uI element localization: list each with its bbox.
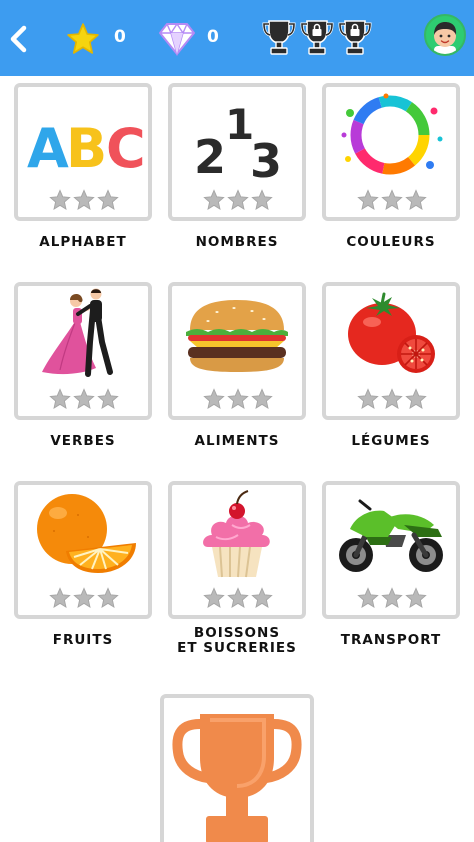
boy-face-icon xyxy=(434,22,457,54)
star-rating xyxy=(203,189,273,211)
category-label-line2: ET SUCRERIES xyxy=(177,640,297,656)
avatar[interactable] xyxy=(424,14,466,56)
abc-letters-icon: A B C xyxy=(27,117,146,180)
gem-count: 0 xyxy=(207,27,219,47)
empty-star-icon xyxy=(405,189,427,210)
empty-star-icon xyxy=(251,587,273,608)
category-tile-couleurs[interactable] xyxy=(322,83,460,221)
category-tile-aliments[interactable] xyxy=(168,282,306,420)
numbers-123-icon: 2 1 3 xyxy=(194,100,282,183)
category-label: NOMBRES xyxy=(195,234,279,250)
empty-star-icon xyxy=(73,587,95,608)
star-rating xyxy=(49,388,119,410)
empty-star-icon xyxy=(97,189,119,210)
category-tile-verbes[interactable] xyxy=(14,282,152,420)
category-label: TRANSPORT xyxy=(340,632,442,648)
empty-star-icon xyxy=(73,189,95,210)
empty-star-icon xyxy=(381,587,403,608)
empty-star-icon xyxy=(251,388,273,409)
star-rating xyxy=(49,189,119,211)
tomato-icon xyxy=(348,292,435,373)
category-label: COULEURS xyxy=(346,234,436,250)
empty-star-icon xyxy=(203,388,225,409)
category-tile-transport[interactable] xyxy=(322,481,460,619)
star-count: 0 xyxy=(114,27,126,47)
star-rating xyxy=(49,587,119,609)
star-icon xyxy=(67,23,99,54)
empty-star-icon xyxy=(357,388,379,409)
dancers-icon xyxy=(42,288,113,377)
locked-trophy-icon[interactable] xyxy=(338,17,372,57)
category-label: LÉGUMES xyxy=(351,433,431,449)
empty-star-icon xyxy=(405,587,427,608)
empty-star-icon xyxy=(203,189,225,210)
star-rating xyxy=(203,587,273,609)
category-tile-legumes[interactable] xyxy=(322,282,460,420)
category-tile-boissons-sucreries[interactable] xyxy=(168,481,306,619)
empty-star-icon xyxy=(381,189,403,210)
cupcake-icon xyxy=(203,490,270,578)
empty-star-icon xyxy=(49,388,71,409)
category-label: VERBES xyxy=(50,433,116,449)
empty-star-icon xyxy=(49,189,71,210)
svg-text:C: C xyxy=(106,117,146,180)
color-splash-icon xyxy=(341,93,443,175)
empty-star-icon xyxy=(227,388,249,409)
empty-star-icon xyxy=(227,587,249,608)
category-label: ALIMENTS xyxy=(194,433,280,449)
empty-star-icon xyxy=(203,587,225,608)
burger-icon xyxy=(186,300,288,372)
category-label: FRUITS xyxy=(52,632,114,648)
empty-star-icon xyxy=(381,388,403,409)
star-rating xyxy=(203,388,273,410)
top-bar: 0 0 xyxy=(0,0,474,76)
orange-icon xyxy=(37,494,136,573)
svg-text:3: 3 xyxy=(250,134,282,183)
locked-trophy-icon[interactable] xyxy=(300,17,334,57)
empty-star-icon xyxy=(49,587,71,608)
category-label: ALPHABET xyxy=(39,234,127,250)
category-tile-fruits[interactable] xyxy=(14,481,152,619)
svg-text:B: B xyxy=(66,117,107,180)
empty-star-icon xyxy=(405,388,427,409)
star-rating xyxy=(357,388,427,410)
bronze-trophy-icon xyxy=(172,714,302,842)
empty-star-icon xyxy=(97,587,119,608)
diamond-icon xyxy=(159,22,195,56)
back-arrow-icon[interactable] xyxy=(4,20,34,58)
trophy-icon[interactable] xyxy=(262,17,296,57)
category-tile-alphabet[interactable]: A B C xyxy=(14,83,152,221)
empty-star-icon xyxy=(357,587,379,608)
empty-star-icon xyxy=(227,189,249,210)
star-rating xyxy=(357,587,427,609)
category-label-line1: BOISSONS xyxy=(193,625,281,641)
category-tile-nombres[interactable]: 2 1 3 xyxy=(168,83,306,221)
trophy-card[interactable] xyxy=(160,694,314,842)
empty-star-icon xyxy=(357,189,379,210)
category-label: BOISSONS ET SUCRERIES xyxy=(162,626,312,656)
empty-star-icon xyxy=(73,388,95,409)
motorcycle-icon xyxy=(339,499,443,572)
svg-text:2: 2 xyxy=(194,130,226,183)
svg-text:A: A xyxy=(27,117,69,180)
star-rating xyxy=(357,189,427,211)
empty-star-icon xyxy=(97,388,119,409)
empty-star-icon xyxy=(251,189,273,210)
